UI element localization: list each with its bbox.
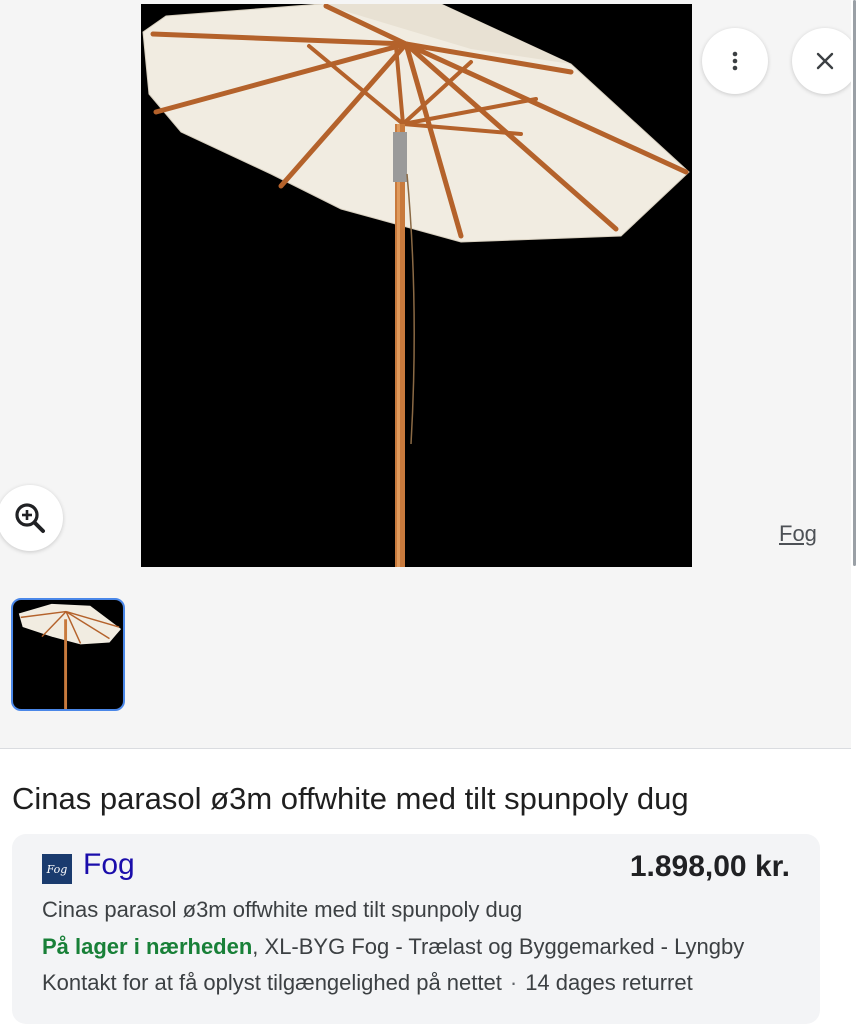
offer-description: Cinas parasol ø3m offwhite med tilt spun… xyxy=(42,897,523,922)
parasol-image xyxy=(141,4,692,567)
close-button[interactable] xyxy=(792,28,858,94)
store-name: , XL-BYG Fog - Trælast og Byggemarked - … xyxy=(252,934,745,959)
availability-line: Kontakt for at få oplyst tilgængelighed … xyxy=(42,970,693,996)
merchant-logo: Fog xyxy=(42,854,72,884)
zoom-button[interactable] xyxy=(0,485,63,551)
image-viewer: Fog xyxy=(0,0,858,749)
separator-dot: · xyxy=(509,970,518,995)
source-link[interactable]: Fog xyxy=(779,521,817,547)
product-image[interactable] xyxy=(141,4,692,567)
stock-line: På lager i nærheden, XL-BYG Fog - Trælas… xyxy=(42,934,744,960)
product-title: Cinas parasol ø3m offwhite med tilt spun… xyxy=(12,781,689,816)
scrollbar[interactable] xyxy=(851,0,862,1007)
merchant-name-link[interactable]: Fog xyxy=(83,848,135,882)
parasol-thumbnail xyxy=(13,600,123,709)
stock-status: På lager i nærheden xyxy=(42,934,253,959)
offer-price: 1.898,00 kr. xyxy=(629,850,790,883)
thumbnail-selected[interactable] xyxy=(11,598,125,711)
scrollbar-thumb[interactable] xyxy=(853,0,856,566)
availability-note: Kontakt for at få oplyst tilgængelighed … xyxy=(42,970,502,995)
more-options-button[interactable] xyxy=(702,28,768,94)
more-vert-icon xyxy=(732,51,738,71)
close-icon xyxy=(816,52,834,70)
zoom-in-icon xyxy=(15,503,45,533)
returns-policy: 14 dages returret xyxy=(525,970,693,995)
offer-card[interactable]: Fog Fog 1.898,00 kr. Cinas parasol ø3m o… xyxy=(12,834,820,1024)
